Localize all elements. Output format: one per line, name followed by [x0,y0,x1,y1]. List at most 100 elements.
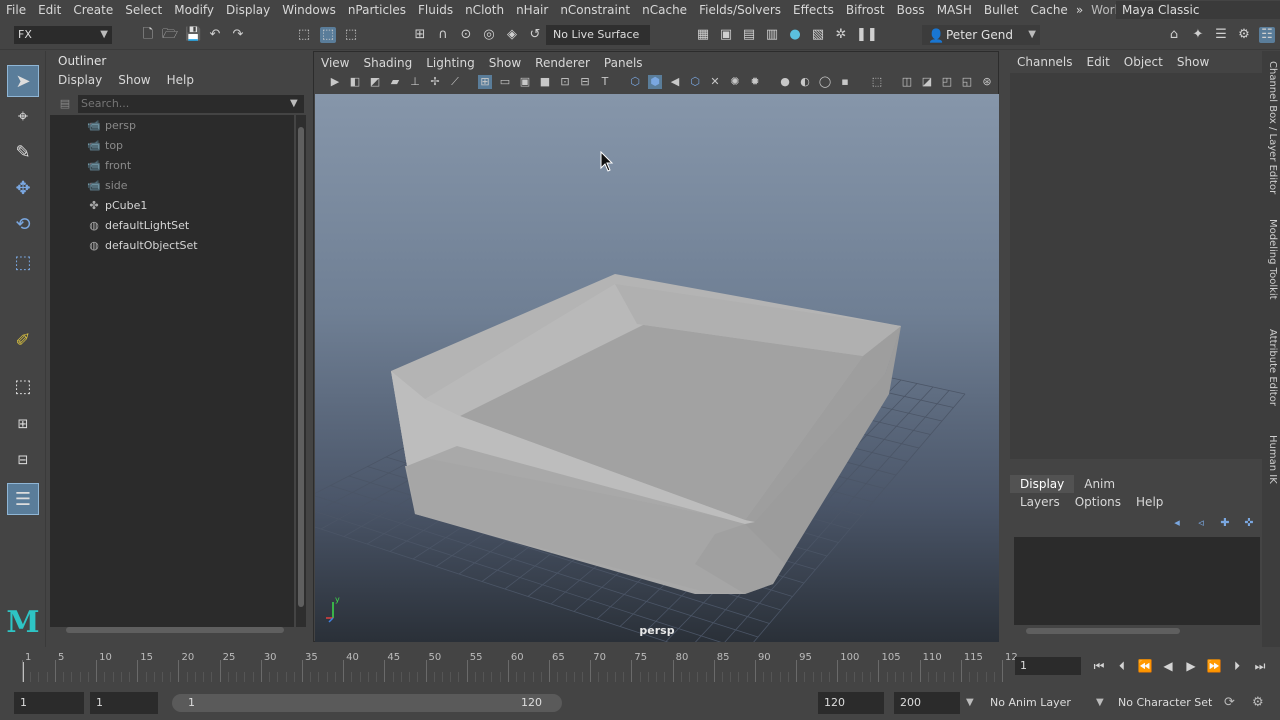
select-camera-icon[interactable]: ▶ [328,75,342,89]
viewport-menu-show[interactable]: Show [482,54,528,72]
outliner-item-front[interactable]: 📹 front [86,156,131,176]
move-layer-down-icon[interactable]: ◃ [1192,515,1210,531]
redo-icon[interactable]: ↷ [230,27,246,43]
animation-start-field[interactable]: 1 [14,692,84,714]
menu-nhair[interactable]: nHair [510,3,554,17]
move-layer-up-icon[interactable]: ◂ [1168,515,1186,531]
wireframe-on-shaded-icon[interactable]: ⬡ [688,75,702,89]
textured-icon[interactable]: ✕ [708,75,722,89]
outliner-menu-show[interactable]: Show [110,71,158,89]
res-gate-toggle-icon[interactable]: ▣ [518,75,532,89]
auto-key-icon[interactable]: ⟳ [1224,692,1235,714]
gate-mask-icon[interactable]: ■ [538,75,552,89]
xray-active-icon[interactable]: ◪ [920,75,934,89]
menu-nparticles[interactable]: nParticles [342,3,412,17]
channel-menu-object[interactable]: Object [1117,53,1170,71]
new-layer-icon[interactable]: ✚ [1216,515,1234,531]
open-scene-icon[interactable]: 🗁 [162,27,178,43]
smooth-shade-icon[interactable]: ⬢ [648,75,662,89]
menu-bullet[interactable]: Bullet [978,3,1025,17]
step-forward-frame-icon[interactable]: ⏩ [1205,657,1223,675]
go-to-end-icon[interactable]: ⏭ [1251,657,1269,675]
menu-cache[interactable]: Cache [1024,3,1073,17]
outliner-menu-display[interactable]: Display [50,71,110,89]
menu-display[interactable]: Display [220,3,276,17]
time-slider-track[interactable]: 1 5 10 15 20 25 30 35 40 45 50 55 60 65 70 75 80 85 90 95 10… [18,650,1018,682]
filter-icon[interactable]: ▤ [56,95,74,113]
layer-horizontal-scrollbar[interactable] [1018,626,1254,636]
scrollbar-thumb[interactable] [66,627,284,633]
new-layer-selected-icon[interactable]: ✜ [1240,515,1258,531]
move-tool-icon[interactable]: ✥ [7,173,39,205]
isolate-select-icon[interactable]: ⬚ [870,75,884,89]
menu-windows[interactable]: Windows [276,3,342,17]
menu-fields-solvers[interactable]: Fields/Solvers [693,3,787,17]
soft-select-icon[interactable]: ⬚ [7,371,39,403]
play-forwards-icon[interactable]: ▶ [1182,657,1200,675]
side-tab-channel-box-layer-editor[interactable]: Channel Box / Layer Editor [1264,61,1278,194]
tab-display[interactable]: Display [1010,475,1075,493]
save-scene-icon[interactable]: 💾 [185,27,201,43]
backface-cull-icon[interactable]: ◱ [960,75,974,89]
menu-file[interactable]: File [0,3,32,17]
menu-mash[interactable]: MASH [931,3,978,17]
last-tool-icon[interactable]: ✐ [7,325,39,357]
playback-end-field[interactable]: 120 [818,692,884,714]
channel-menu-show[interactable]: Show [1170,53,1216,71]
channel-menu-edit[interactable]: Edit [1080,53,1117,71]
menu-bifrost[interactable]: Bifrost [840,3,891,17]
play-backwards-icon[interactable]: ◀ [1159,657,1177,675]
xray-joints-icon[interactable]: ◰ [940,75,954,89]
grid-icon[interactable]: ⊞ [478,75,492,89]
current-frame-field[interactable]: 1 [1015,657,1081,675]
depth-of-field-icon[interactable]: ▪ [838,75,852,89]
xray-icon[interactable]: ◫ [900,75,914,89]
outliner-search-input[interactable] [78,95,304,113]
field-chart-icon[interactable]: ⊡ [558,75,572,89]
light-editor-icon[interactable]: ✲ [833,27,849,43]
render-frame-icon[interactable]: ▣ [718,27,734,43]
menu-modify[interactable]: Modify [168,3,220,17]
resolution-gate-icon[interactable]: ⟋ [448,75,462,89]
menu-edit[interactable]: Edit [32,3,67,17]
exposure-icon[interactable]: ⊛ [980,75,994,89]
scrollbar-thumb[interactable] [298,127,304,607]
outliner-item-side[interactable]: 📹 side [86,176,127,196]
viewport-menu-shading[interactable]: Shading [356,54,419,72]
animation-end-field[interactable]: 200 [894,692,960,714]
menu-ncloth[interactable]: nCloth [459,3,510,17]
side-tab-attribute-editor[interactable]: Attribute Editor [1264,329,1278,406]
viewport-menu-lighting[interactable]: Lighting [419,54,482,72]
select-component-icon[interactable]: ⬚ [343,27,359,43]
image-plane-icon[interactable]: ▰ [388,75,402,89]
anti-aliasing-icon[interactable]: ◯ [818,75,832,89]
outliner-item-persp[interactable]: 📹 persp [86,116,136,136]
wireframe-icon[interactable]: ⬡ [628,75,642,89]
step-back-frame-icon[interactable]: ⏪ [1136,657,1154,675]
layer-menu-layers[interactable]: Layers [1010,493,1065,511]
anim-layer-dropdown[interactable]: No Anim Layer [986,692,1110,714]
more-menus-icon[interactable]: » [1074,3,1083,17]
live-object-icon[interactable]: ↺ [527,27,543,43]
tab-anim[interactable]: Anim [1074,475,1125,493]
snap-surface-icon[interactable]: ◈ [504,27,520,43]
snap-grid-icon[interactable]: ⊞ [412,27,428,43]
tool-settings-icon[interactable]: ⚙ [1236,27,1252,43]
human-ik-icon[interactable]: ✦ [1190,27,1206,43]
hypershade-icon[interactable]: ● [787,27,803,43]
menu-select[interactable]: Select [119,3,168,17]
outliner-item-defaultobjectset[interactable]: ◍ defaultObjectSet [86,236,197,256]
viewport-menu-renderer[interactable]: Renderer [528,54,597,72]
outliner-layout-icon[interactable]: ☰ [7,483,39,515]
render-settings-icon[interactable]: ▦ [695,27,711,43]
workspace-dropdown[interactable]: Maya Classic [1116,1,1280,19]
scrollbar-thumb[interactable] [1026,628,1180,634]
menu-fluids[interactable]: Fluids [412,3,459,17]
layer-menu-options[interactable]: Options [1065,493,1126,511]
film-gate-icon[interactable]: ✢ [428,75,442,89]
bookmark-icon[interactable]: ◩ [368,75,382,89]
paint-select-tool-icon[interactable]: ✎ [7,137,39,169]
scale-tool-icon[interactable]: ⬚ [7,247,39,279]
film-gate-toggle-icon[interactable]: ▭ [498,75,512,89]
menu-create[interactable]: Create [67,3,119,17]
